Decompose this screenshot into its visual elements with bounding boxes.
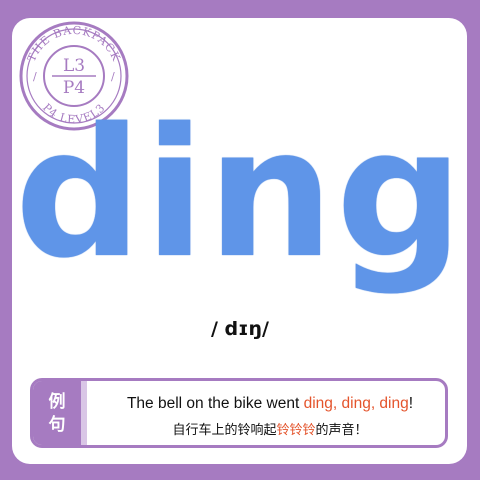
page-background: THE BACKPACK P4 LEVEL3 / / L3 P4 ding / … (0, 0, 480, 480)
example-english-highlight: ding, ding, ding (303, 395, 409, 412)
example-chinese-after: 的声音！ (315, 423, 368, 438)
example-chinese-sentence: 自行车上的铃响起铃铃铃的声音！ (95, 419, 445, 438)
example-tag: 例 句 (33, 381, 87, 445)
vocabulary-word: ding (14, 90, 466, 297)
badge-separator-left: / (33, 70, 37, 83)
example-english-sentence: The bell on the bike went ding, ding, di… (95, 395, 445, 413)
example-tag-char-2: 句 (48, 415, 66, 435)
example-english-before: The bell on the bike went (126, 395, 304, 412)
phonetic-transcription: / dɪŋ/ (211, 318, 269, 340)
badge-separator-right: / (111, 70, 115, 83)
example-chinese-before: 自行车上的铃响起 (172, 423, 277, 438)
example-chinese-highlight: 铃铃铃 (276, 423, 316, 438)
example-english-after: ! (408, 395, 414, 412)
example-sentence-box: 例 句 The bell on the bike went ding, ding… (30, 378, 448, 448)
badge-level-label: L3 (63, 56, 85, 76)
example-tag-char-1: 例 (48, 392, 66, 412)
